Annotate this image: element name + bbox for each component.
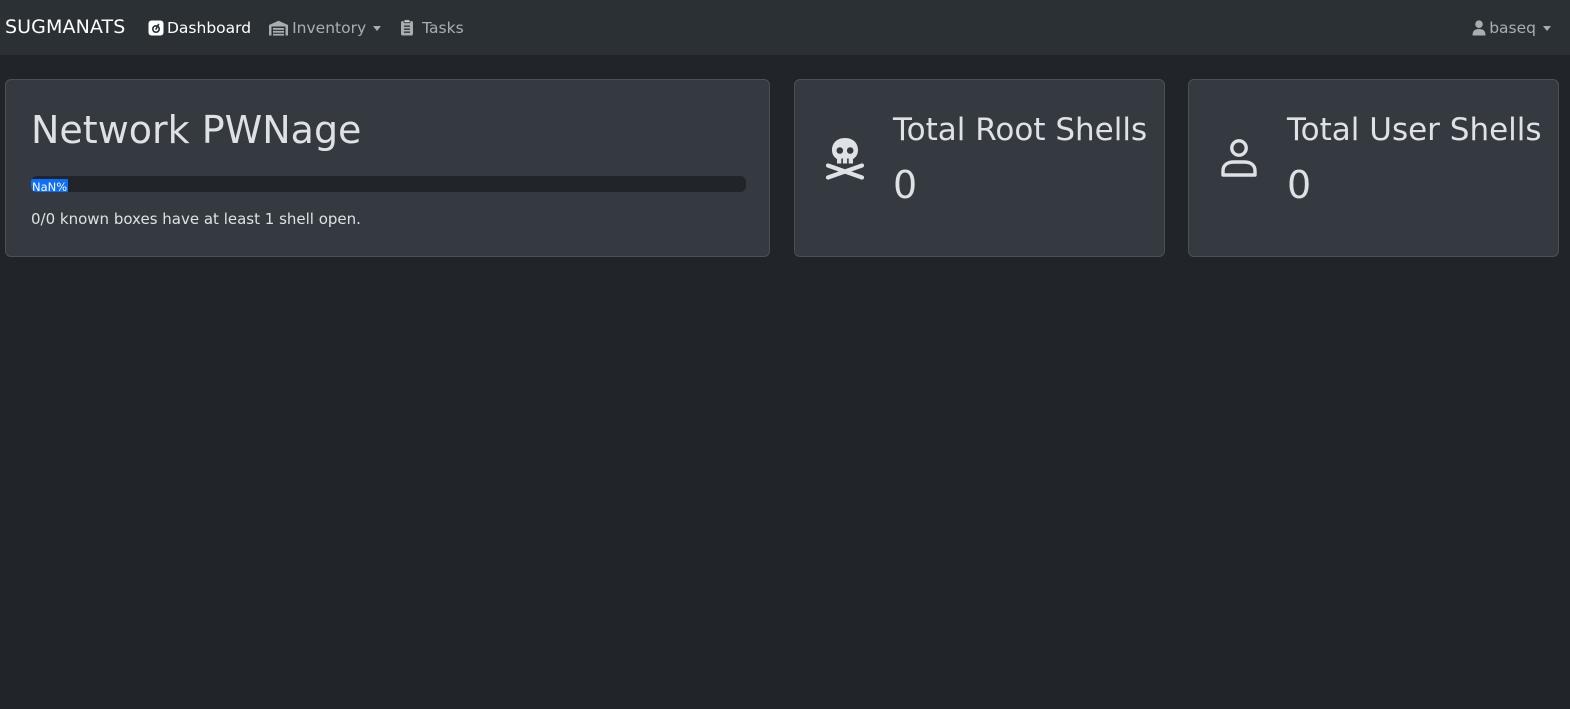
- network-pwnage-card: Network PWNage NaN% 0/0 known boxes have…: [5, 79, 770, 257]
- nav-inventory-label: Inventory: [292, 18, 367, 37]
- brand-link[interactable]: SUGMANATS: [5, 16, 125, 38]
- navbar: SUGMANATS Dashboard Inventory Tasks base…: [0, 0, 1570, 55]
- clipboard-icon: [398, 19, 419, 36]
- nav-dashboard[interactable]: Dashboard: [148, 19, 251, 37]
- pwnage-progress: NaN%: [31, 176, 746, 192]
- user-icon: [1472, 19, 1486, 36]
- user-shells-card: Total User Shells 0: [1188, 79, 1559, 257]
- pwnage-progress-bar: NaN%: [31, 179, 69, 192]
- user-shells-title: Total User Shells: [1287, 112, 1542, 148]
- nav-tasks[interactable]: Tasks: [398, 19, 464, 37]
- chevron-down-icon: [373, 25, 382, 31]
- user-menu-dropdown[interactable]: baseq: [1472, 0, 1551, 55]
- root-shells-value: 0: [893, 163, 918, 207]
- nav-links: Dashboard Inventory Tasks: [148, 0, 481, 55]
- nav-inventory-dropdown[interactable]: Inventory: [268, 18, 382, 37]
- root-shells-title: Total Root Shells: [893, 112, 1148, 148]
- user-shells-value: 0: [1287, 163, 1312, 207]
- nav-tasks-label: Tasks: [422, 18, 464, 37]
- pwnage-description: 0/0 known boxes have at least 1 shell op…: [31, 210, 361, 228]
- tachometer-icon: [148, 20, 164, 36]
- user-menu-label: baseq: [1489, 18, 1536, 37]
- pwnage-title: Network PWNage: [31, 108, 362, 152]
- warehouse-icon: [268, 20, 289, 36]
- chevron-down-icon: [1543, 25, 1551, 31]
- skull-crossbones-icon: [825, 135, 865, 181]
- user-outline-icon: [1219, 135, 1259, 181]
- nav-dashboard-label: Dashboard: [167, 18, 252, 37]
- root-shells-card: Total Root Shells 0: [794, 79, 1165, 257]
